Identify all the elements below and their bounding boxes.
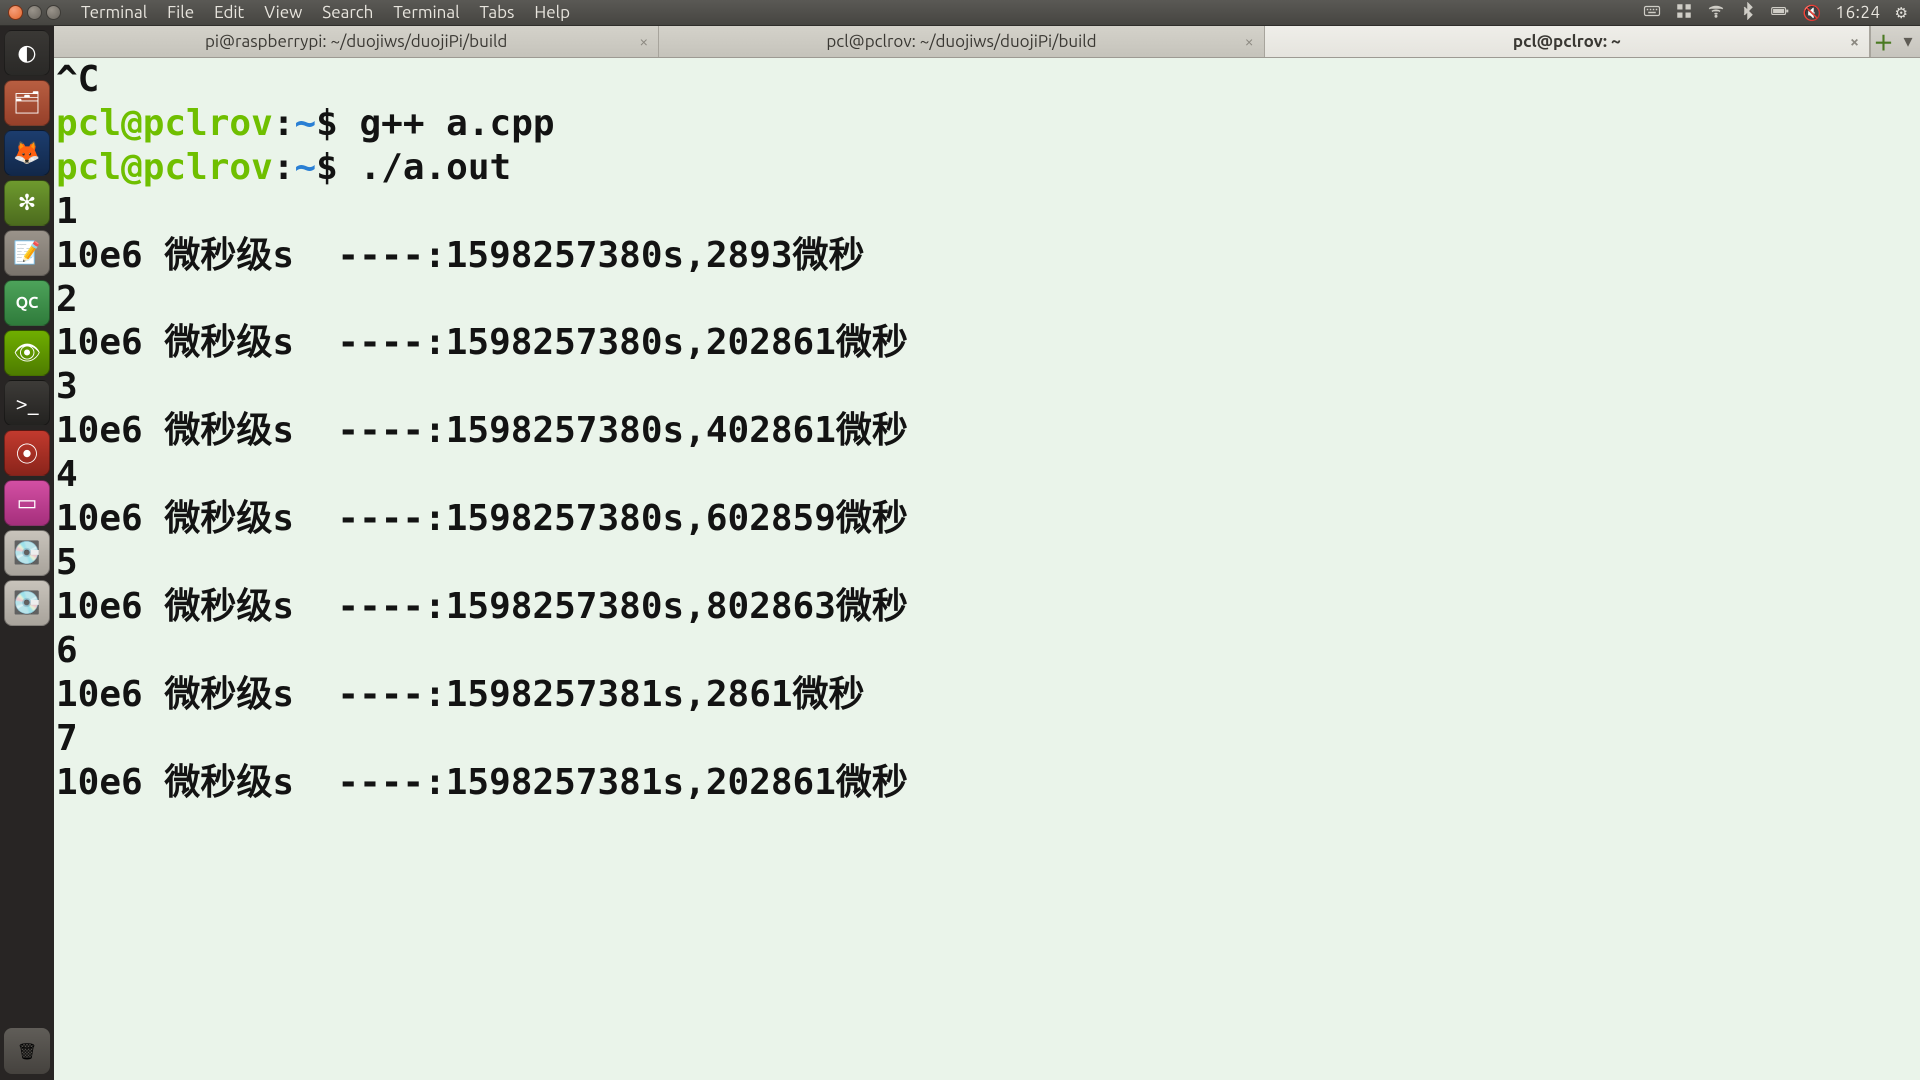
files-icon[interactable]: 🗂 (4, 80, 50, 126)
close-icon[interactable]: × (1850, 33, 1859, 51)
volume-muted-icon[interactable]: 🔇 (1803, 4, 1822, 22)
keyboard-icon[interactable] (1643, 2, 1661, 23)
trash-icon[interactable]: 🗑 (4, 1028, 50, 1074)
tab-label: pi@raspberrypi: ~/duojiws/duojiPi/build (205, 32, 507, 51)
disk1-icon[interactable]: 💽 (4, 530, 50, 576)
clock[interactable]: 16:24 (1836, 3, 1881, 22)
system-tray: 🔇 16:24 ⚙ (1631, 0, 1920, 25)
prompt-path: ~ (294, 103, 316, 144)
battery-icon[interactable] (1771, 2, 1789, 23)
prompt-sep: : (273, 147, 295, 188)
wifi-icon[interactable] (1707, 2, 1725, 23)
terminal-tab-1[interactable]: pcl@pclrov: ~/duojiws/duojiPi/build × (659, 26, 1264, 57)
nvidia-icon[interactable]: 👁 (4, 330, 50, 376)
output-line: 10e6 微秒级s ----:1598257380s,802863微秒 (56, 586, 908, 627)
cmd-run: ./a.out (338, 147, 511, 188)
prompt-dollar: $ (316, 147, 338, 188)
unity-launcher: ◐ 🗂 🦊 ✻ 📝 QC 👁 >_ ⦿ ▭ 💽 💽 🗑 (0, 26, 54, 1080)
output-line: 4 (56, 454, 78, 495)
prompt-user: pcl@pclrov (56, 147, 273, 188)
ctrl-c-line: ^C (56, 59, 99, 100)
top-menubar: Terminal File Edit View Search Terminal … (0, 0, 1920, 26)
bluetooth-icon[interactable] (1739, 2, 1757, 23)
menu-app[interactable]: Terminal (71, 3, 157, 22)
app-green-icon[interactable]: ✻ (4, 180, 50, 226)
terminal-body[interactable]: ^C pcl@pclrov:~$ g++ a.cpp pcl@pclrov:~$… (54, 58, 1920, 1080)
output-line: 2 (56, 279, 78, 320)
window-close-button[interactable] (8, 5, 23, 20)
dash-icon[interactable]: ◐ (4, 30, 50, 76)
tab-menu-button[interactable]: ▾ (1896, 26, 1920, 57)
close-icon[interactable]: × (1245, 33, 1254, 51)
qgroundcontrol-icon[interactable]: QC (4, 280, 50, 326)
output-line: 3 (56, 366, 78, 407)
disk2-icon[interactable]: 💽 (4, 580, 50, 626)
window-minimize-button[interactable] (27, 5, 42, 20)
menu-file[interactable]: File (157, 3, 204, 22)
output-line: 10e6 微秒级s ----:1598257381s,202861微秒 (56, 762, 908, 803)
cmd-compile: g++ a.cpp (338, 103, 555, 144)
text-editor-icon[interactable]: 📝 (4, 230, 50, 276)
terminal-tab-0[interactable]: pi@raspberrypi: ~/duojiws/duojiPi/build … (54, 26, 659, 57)
close-icon[interactable]: × (639, 33, 648, 51)
window-maximize-button[interactable] (46, 5, 61, 20)
terminal-icon[interactable]: >_ (4, 380, 50, 426)
output-line: 1 (56, 191, 78, 232)
output-line: 10e6 微秒级s ----:1598257381s,2861微秒 (56, 674, 865, 715)
output-line: 6 (56, 630, 78, 671)
prompt-user: pcl@pclrov (56, 103, 273, 144)
prompt-sep: : (273, 103, 295, 144)
output-line: 10e6 微秒级s ----:1598257380s,2893微秒 (56, 235, 865, 276)
output-line: 10e6 微秒级s ----:1598257380s,602859微秒 (56, 498, 908, 539)
prompt-dollar: $ (316, 103, 338, 144)
menu-tabs[interactable]: Tabs (470, 3, 525, 22)
tab-label: pcl@pclrov: ~/duojiws/duojiPi/build (826, 32, 1096, 51)
tab-label: pcl@pclrov: ~ (1513, 32, 1621, 51)
output-line: 10e6 微秒级s ----:1598257380s,402861微秒 (56, 410, 908, 451)
menu-help[interactable]: Help (524, 3, 580, 22)
output-line: 10e6 微秒级s ----:1598257380s,202861微秒 (56, 322, 908, 363)
app-pink-icon[interactable]: ▭ (4, 480, 50, 526)
terminal-tabbar: pi@raspberrypi: ~/duojiws/duojiPi/build … (54, 26, 1920, 58)
menu-view[interactable]: View (254, 3, 312, 22)
prompt-path: ~ (294, 147, 316, 188)
menu-edit[interactable]: Edit (204, 3, 254, 22)
new-tab-button[interactable]: ＋ (1870, 26, 1896, 57)
output-line: 7 (56, 718, 78, 759)
firefox-icon[interactable]: 🦊 (4, 130, 50, 176)
menu-search[interactable]: Search (312, 3, 383, 22)
menubar-menus: Terminal File Edit View Search Terminal … (71, 3, 580, 22)
app-red-icon[interactable]: ⦿ (4, 430, 50, 476)
settings-gear-icon[interactable]: ⚙ (1895, 4, 1908, 22)
window-controls (8, 5, 61, 20)
terminal-tab-2[interactable]: pcl@pclrov: ~ × (1265, 26, 1870, 57)
menu-terminal[interactable]: Terminal (383, 3, 469, 22)
grid-icon[interactable] (1675, 2, 1693, 23)
output-line: 5 (56, 542, 78, 583)
